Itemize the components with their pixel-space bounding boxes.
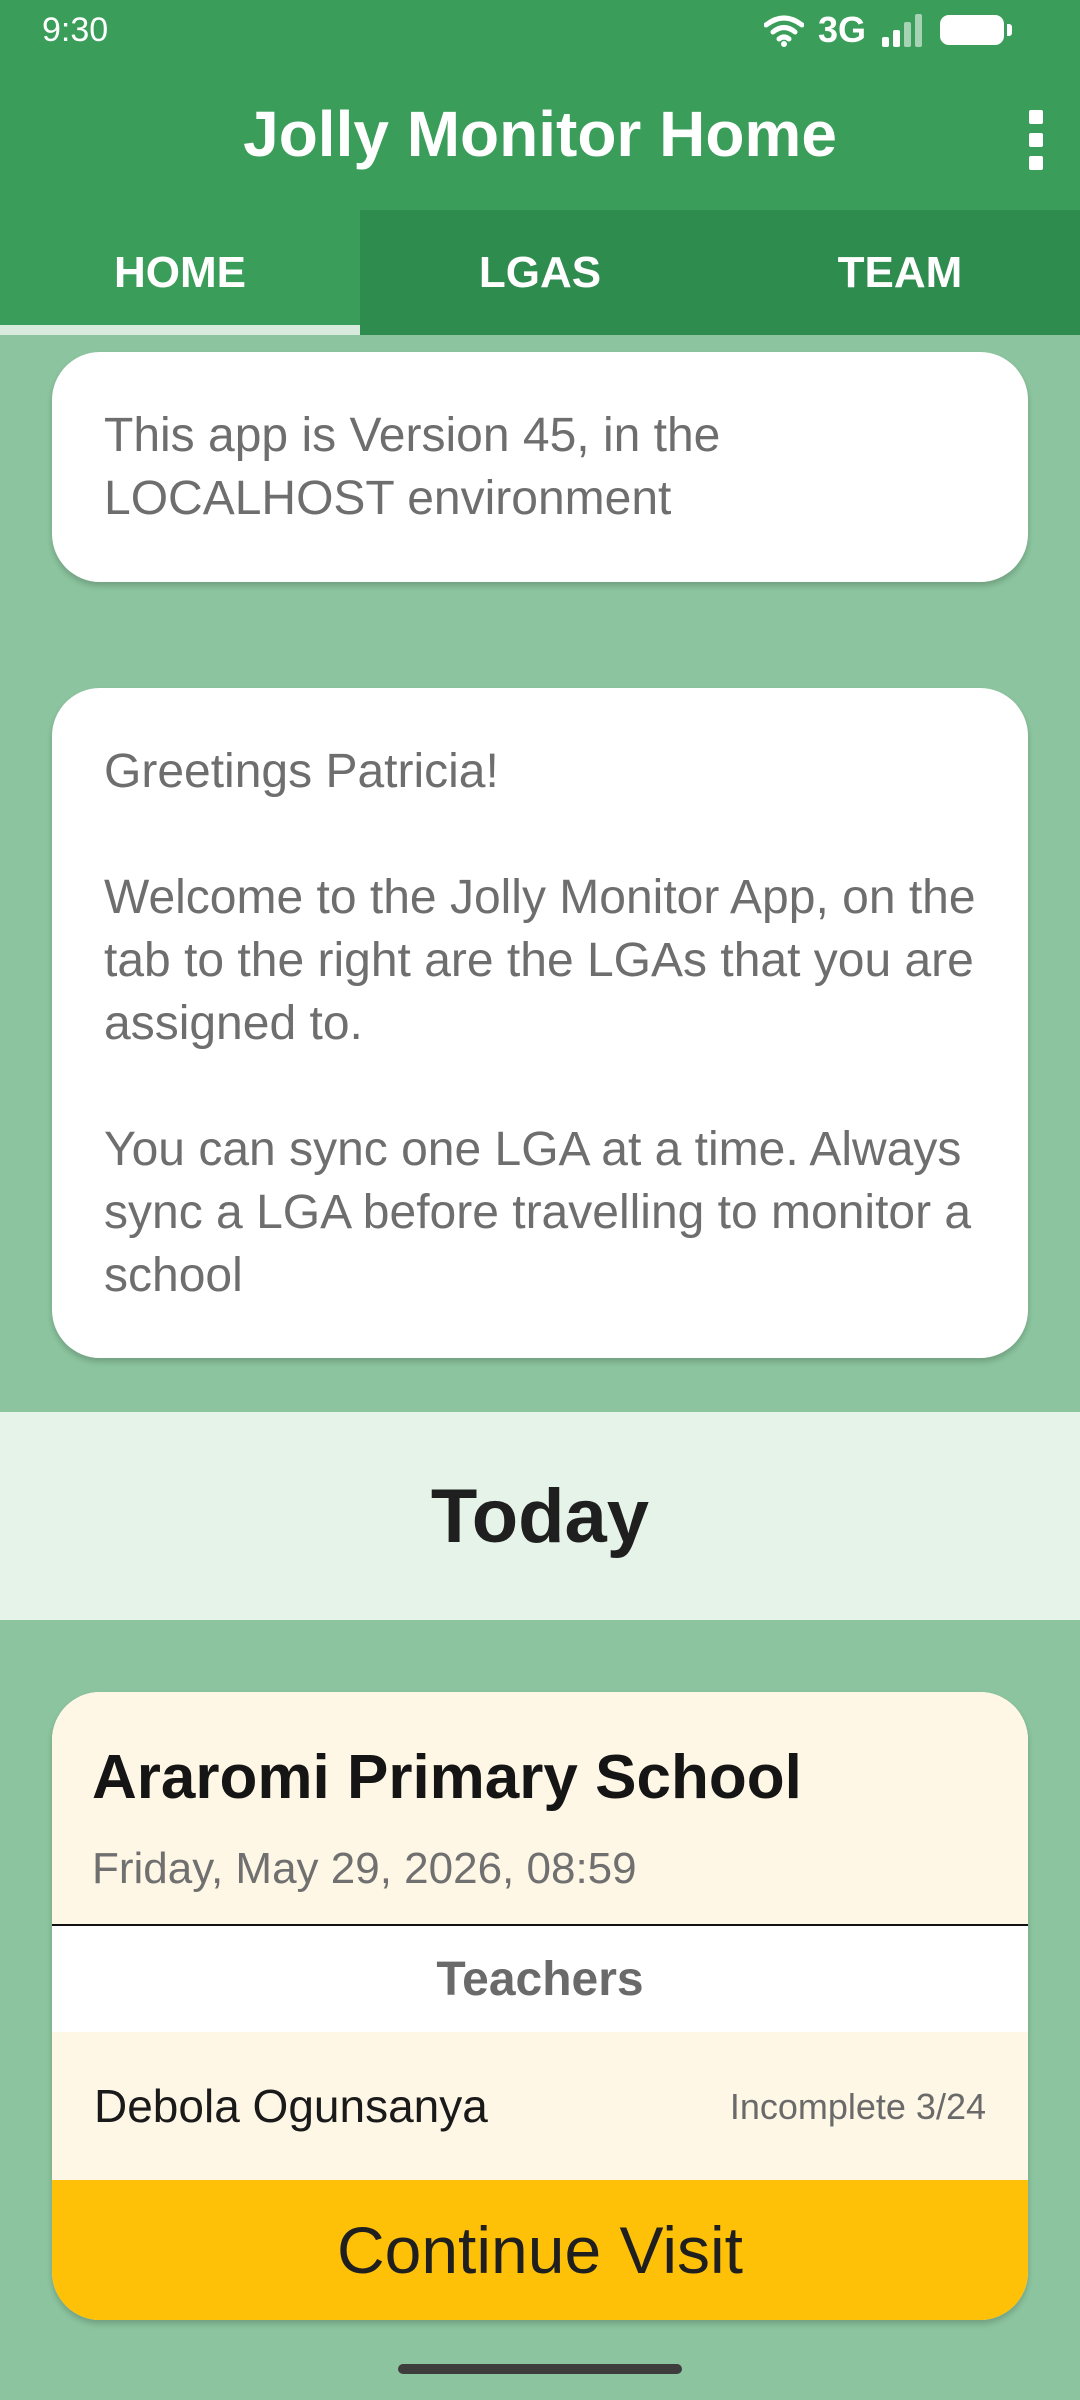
more-vert-icon[interactable] xyxy=(1006,100,1066,180)
teacher-status: Incomplete 3/24 xyxy=(729,2086,986,2127)
status-bar: 9:30 3G xyxy=(0,0,1080,62)
visit-card: Araromi Primary School Friday, May 29, 2… xyxy=(52,1692,1028,2320)
version-info-card: This app is Version 45, in the LOCALHOST… xyxy=(52,352,1028,582)
welcome-paragraph-lgas: Welcome to the Jolly Monitor App, on the… xyxy=(104,871,976,1050)
tab-lgas[interactable]: LGAS xyxy=(360,210,720,335)
welcome-card: Greetings Patricia! Welcome to the Jolly… xyxy=(52,688,1028,1358)
signal-icon xyxy=(882,14,922,47)
gesture-navigation-bar[interactable] xyxy=(398,2364,682,2374)
tab-home-label: HOME xyxy=(114,247,246,297)
tab-team[interactable]: TEAM xyxy=(720,210,1080,335)
today-title: Today xyxy=(430,1473,650,1559)
network-type: 3G xyxy=(817,9,866,50)
tab-home[interactable]: HOME xyxy=(0,210,360,335)
wifi-icon xyxy=(763,15,804,47)
teachers-label: Teachers xyxy=(436,1952,644,2006)
visit-datetime: Friday, May 29, 2026, 08:59 xyxy=(92,1844,637,1893)
teacher-row[interactable]: Debola Ogunsanya Incomplete 3/24 xyxy=(52,2032,1028,2180)
welcome-paragraph-sync: You can sync one LGA at a time. Always s… xyxy=(104,1123,972,1302)
app-title: Jolly Monitor Home xyxy=(243,98,837,170)
teachers-header: Teachers xyxy=(52,1926,1028,2032)
tab-lgas-label: LGAS xyxy=(478,247,602,297)
version-info-text: This app is Version 45, in the LOCALHOST… xyxy=(104,409,721,525)
battery-icon xyxy=(940,15,1012,45)
today-section-header: Today xyxy=(0,1412,1080,1620)
status-time: 9:30 xyxy=(42,11,109,49)
app-bar: Jolly Monitor Home xyxy=(0,62,1080,210)
tab-bar: HOME LGAS TEAM xyxy=(0,210,1080,335)
tab-team-label: TEAM xyxy=(837,247,963,297)
welcome-greeting: Greetings Patricia! xyxy=(104,745,499,798)
teacher-name: Debola Ogunsanya xyxy=(94,2080,488,2132)
status-icons: 3G xyxy=(763,9,1012,50)
visit-header[interactable]: Araromi Primary School Friday, May 29, 2… xyxy=(52,1692,1028,1926)
school-name: Araromi Primary School xyxy=(92,1743,802,1812)
continue-visit-button[interactable]: Continue Visit xyxy=(52,2180,1028,2320)
